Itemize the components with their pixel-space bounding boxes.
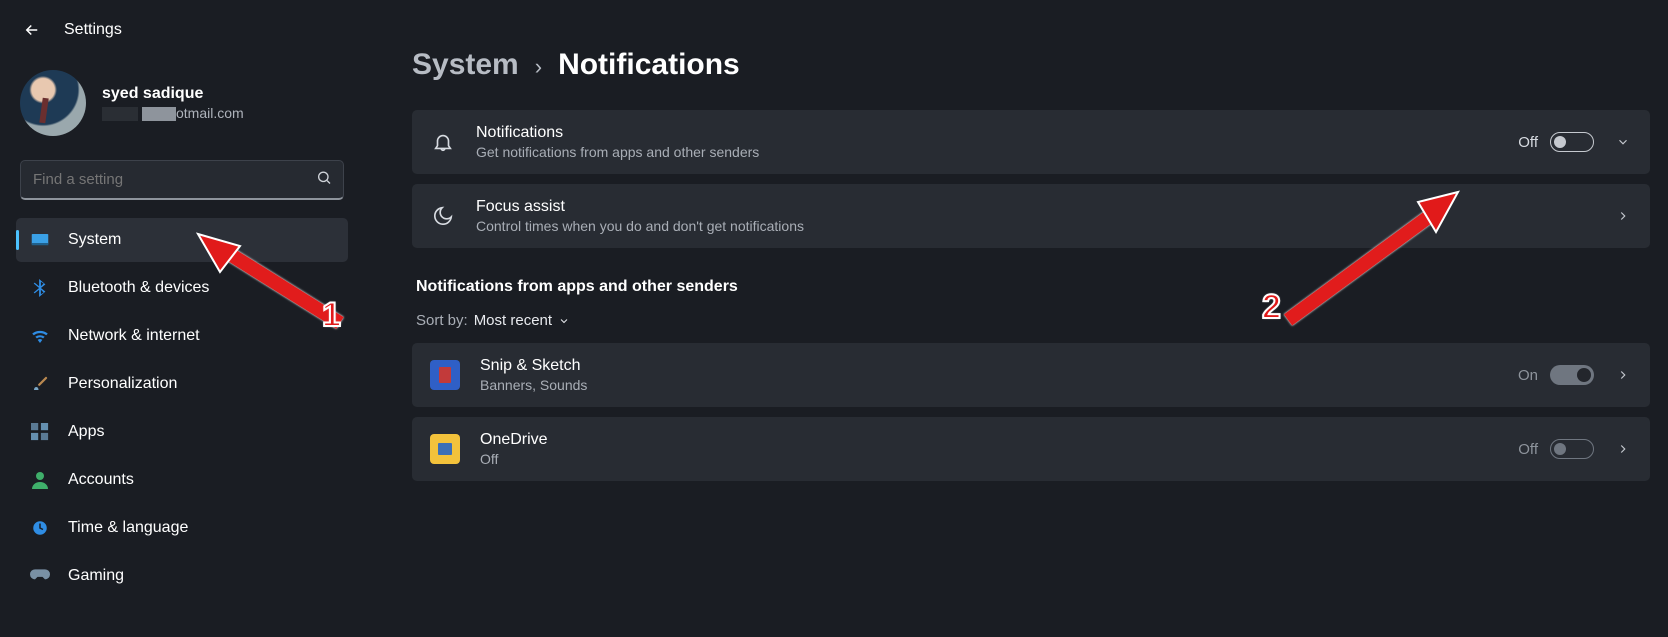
search-input[interactable]: [20, 160, 344, 200]
section-heading: Notifications from apps and other sender…: [416, 278, 1650, 296]
sidebar-item-label: Time & language: [68, 519, 188, 537]
app-name: Snip & Sketch: [480, 357, 1498, 375]
search-icon: [316, 170, 332, 191]
apps-icon: [30, 422, 50, 442]
app-toggle[interactable]: [1550, 365, 1594, 385]
clock-globe-icon: [30, 518, 50, 538]
forward-chevron-icon[interactable]: [1614, 209, 1632, 223]
toggle-state-label: Off: [1518, 441, 1538, 458]
profile-name: syed sadique: [102, 85, 244, 103]
brush-icon: [30, 374, 50, 394]
card-subtitle: Get notifications from apps and other se…: [476, 144, 1498, 160]
breadcrumb-parent[interactable]: System: [412, 48, 519, 82]
toggle-state-label: Off: [1518, 134, 1538, 151]
card-title: Focus assist: [476, 198, 1594, 216]
sort-value: Most recent: [474, 312, 552, 329]
bluetooth-icon: [30, 278, 50, 298]
sidebar-item-label: Bluetooth & devices: [68, 279, 209, 297]
sidebar-item-accounts[interactable]: Accounts: [16, 458, 348, 502]
sidebar-item-system[interactable]: System: [16, 218, 348, 262]
forward-chevron-icon[interactable]: [1614, 368, 1632, 382]
system-icon: [30, 230, 50, 250]
app-toggle[interactable]: [1550, 439, 1594, 459]
sidebar-item-label: Gaming: [68, 567, 124, 585]
bell-icon: [430, 129, 456, 155]
sort-label: Sort by:: [416, 312, 468, 329]
person-icon: [30, 470, 50, 490]
notifications-toggle[interactable]: [1550, 132, 1594, 152]
sidebar-item-apps[interactable]: Apps: [16, 410, 348, 454]
expand-chevron-icon[interactable]: [1614, 135, 1632, 149]
profile-email: otmail.com: [102, 105, 244, 121]
sidebar-item-time-language[interactable]: Time & language: [16, 506, 348, 550]
app-name: OneDrive: [480, 431, 1498, 449]
breadcrumb-separator: ›: [535, 54, 542, 80]
focus-assist-card[interactable]: Focus assist Control times when you do a…: [412, 184, 1650, 248]
sidebar-item-label: Apps: [68, 423, 104, 441]
app-notification-row[interactable]: OneDrive Off Off: [412, 417, 1650, 481]
wifi-icon: [30, 326, 50, 346]
app-title: Settings: [64, 21, 122, 39]
moon-icon: [430, 203, 456, 229]
sidebar-item-label: Accounts: [68, 471, 134, 489]
sidebar-item-label: Network & internet: [68, 327, 200, 345]
sidebar-item-label: System: [68, 231, 121, 249]
app-sub: Off: [480, 451, 1498, 467]
sidebar-item-gaming[interactable]: Gaming: [16, 554, 348, 598]
toggle-state-label: On: [1518, 367, 1538, 384]
avatar: [20, 70, 86, 136]
app-notification-row[interactable]: Snip & Sketch Banners, Sounds On: [412, 343, 1650, 407]
gamepad-icon: [30, 566, 50, 586]
search-box[interactable]: [20, 160, 344, 200]
sidebar-nav: System Bluetooth & devices Network & int…: [16, 218, 348, 602]
sidebar-item-personalization[interactable]: Personalization: [16, 362, 348, 406]
profile-block[interactable]: syed sadique otmail.com: [16, 70, 348, 136]
breadcrumb-current: Notifications: [558, 48, 740, 82]
sidebar-item-label: Personalization: [68, 375, 177, 393]
onedrive-icon: [430, 434, 460, 464]
sidebar-item-network[interactable]: Network & internet: [16, 314, 348, 358]
card-subtitle: Control times when you do and don't get …: [476, 218, 1594, 234]
sort-by-dropdown[interactable]: Sort by: Most recent: [416, 312, 1650, 329]
forward-chevron-icon[interactable]: [1614, 442, 1632, 456]
app-sub: Banners, Sounds: [480, 377, 1498, 393]
breadcrumb: System › Notifications: [412, 48, 1650, 82]
back-button[interactable]: [20, 18, 44, 42]
notifications-card[interactable]: Notifications Get notifications from app…: [412, 110, 1650, 174]
card-title: Notifications: [476, 124, 1498, 142]
sidebar-item-bluetooth[interactable]: Bluetooth & devices: [16, 266, 348, 310]
chevron-down-icon: [558, 315, 570, 327]
snip-sketch-icon: [430, 360, 460, 390]
